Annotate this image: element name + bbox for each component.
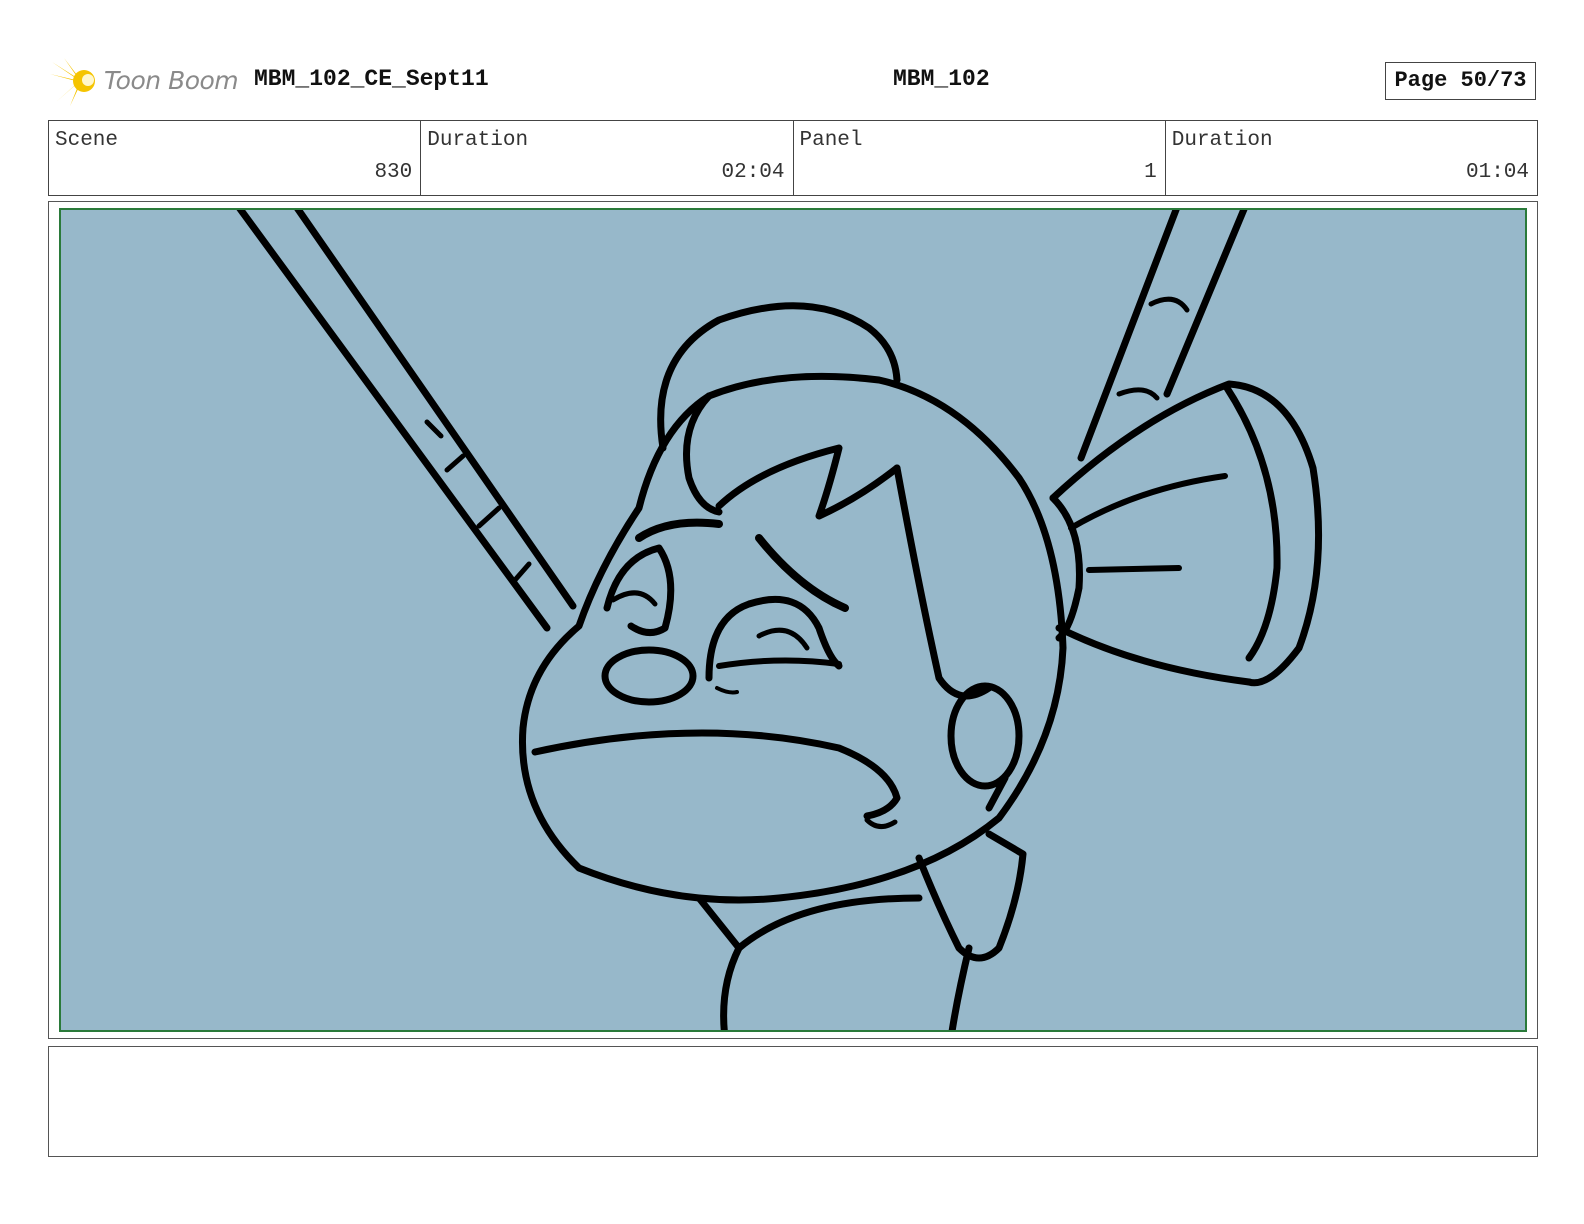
starburst-icon bbox=[50, 58, 95, 106]
page-number: Page 50/73 bbox=[1394, 68, 1527, 93]
scene-label: Scene bbox=[55, 129, 119, 152]
panel-label: Panel bbox=[799, 129, 863, 152]
character-sketch bbox=[235, 208, 1323, 1032]
panel-cell: Panel 1 bbox=[794, 121, 1166, 195]
scene-duration-label: Duration bbox=[427, 129, 529, 152]
project-title: MBM_102_CE_Sept11 bbox=[254, 66, 489, 92]
panel-value: 1 bbox=[1144, 161, 1157, 184]
scene-duration-value: 02:04 bbox=[721, 161, 785, 184]
scene-value: 830 bbox=[374, 161, 413, 184]
notes-box[interactable] bbox=[48, 1046, 1538, 1157]
logo-wordmark: Toon Boom bbox=[104, 66, 239, 95]
scene-info-table: Scene 830 Duration 02:04 Panel 1 Duratio… bbox=[48, 120, 1538, 196]
page-header: Toon Boom MBM_102_CE_Sept11 MBM_102 Page… bbox=[0, 0, 1584, 110]
page-number-box: Page 50/73 bbox=[1385, 62, 1536, 100]
toon-boom-logo: Toon Boom bbox=[50, 54, 240, 108]
panel-duration-label: Duration bbox=[1171, 129, 1273, 152]
episode-title: MBM_102 bbox=[893, 66, 990, 92]
scene-duration-cell: Duration 02:04 bbox=[421, 121, 794, 195]
storyboard-panel-image bbox=[59, 208, 1527, 1032]
panel-duration-value: 01:04 bbox=[1465, 161, 1529, 184]
scene-cell: Scene 830 bbox=[49, 121, 422, 195]
panel-duration-cell: Duration 01:04 bbox=[1166, 121, 1537, 195]
